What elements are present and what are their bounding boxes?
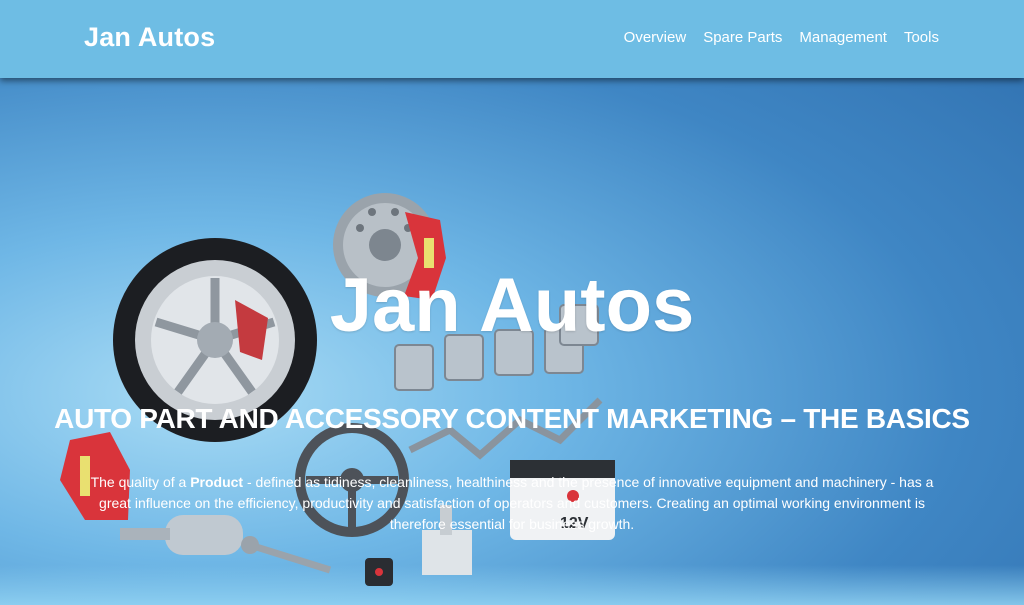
wrench-icon	[241, 536, 332, 574]
hero-description: The quality of a Product - defined as ti…	[88, 472, 936, 535]
hero-subtitle: AUTO PART AND ACCESSORY CONTENT MARKETIN…	[54, 403, 970, 434]
hero-text-before: The quality of a	[90, 474, 191, 490]
nav-item-spare-parts[interactable]: Spare Parts	[703, 29, 782, 46]
hero-title: Jan Autos	[329, 263, 695, 348]
navbar: Jan Autos Overview Spare Parts Managemen…	[0, 0, 1024, 78]
main-nav: Overview Spare Parts Management Tools	[624, 29, 939, 46]
brand-logo[interactable]: Jan Autos	[84, 22, 215, 53]
hero-text-product: Product	[190, 474, 244, 490]
nav-item-tools[interactable]: Tools	[904, 29, 939, 46]
nav-item-overview[interactable]: Overview	[624, 29, 687, 46]
hero-section: 12V Jan Autos AUTO PART AND ACCESSORY CO…	[0, 0, 1024, 605]
nav-item-management[interactable]: Management	[799, 29, 887, 46]
key-fob-icon	[365, 558, 393, 586]
